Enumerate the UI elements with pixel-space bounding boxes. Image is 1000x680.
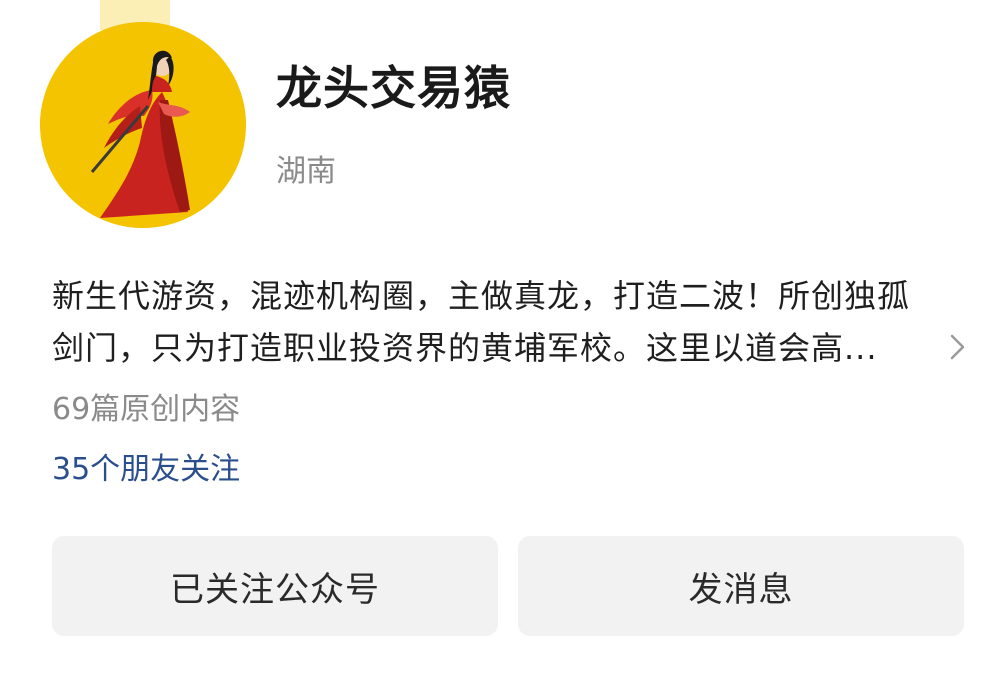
account-name: 龙头交易猿 bbox=[276, 61, 511, 115]
avatar[interactable] bbox=[40, 22, 246, 228]
chevron-right-icon[interactable] bbox=[946, 332, 968, 362]
account-region: 湖南 bbox=[276, 154, 336, 189]
original-articles-count[interactable]: 69篇原创内容 bbox=[52, 384, 240, 428]
intro-line: 剑门，只为打造职业投资界的黄埔军校。这里以道会高... bbox=[52, 329, 878, 367]
account-intro[interactable]: 新生代游资，混迹机构圈，主做真龙，打造二波！所创独孤 剑门，只为打造职业投资界的… bbox=[52, 270, 962, 374]
friends-following-link[interactable]: 35个朋友关注 bbox=[52, 444, 240, 488]
account-profile-page: 龙头交易猿 湖南 新生代游资，混迹机构圈，主做真龙，打造二波！所创独孤 剑门，只… bbox=[0, 0, 1000, 680]
followed-account-button[interactable]: 已关注公众号 bbox=[52, 536, 498, 636]
swordsman-avatar-icon bbox=[40, 22, 246, 228]
intro-line: 新生代游资，混迹机构圈，主做真龙，打造二波！所创独孤 bbox=[52, 277, 911, 315]
send-message-button[interactable]: 发消息 bbox=[518, 536, 964, 636]
